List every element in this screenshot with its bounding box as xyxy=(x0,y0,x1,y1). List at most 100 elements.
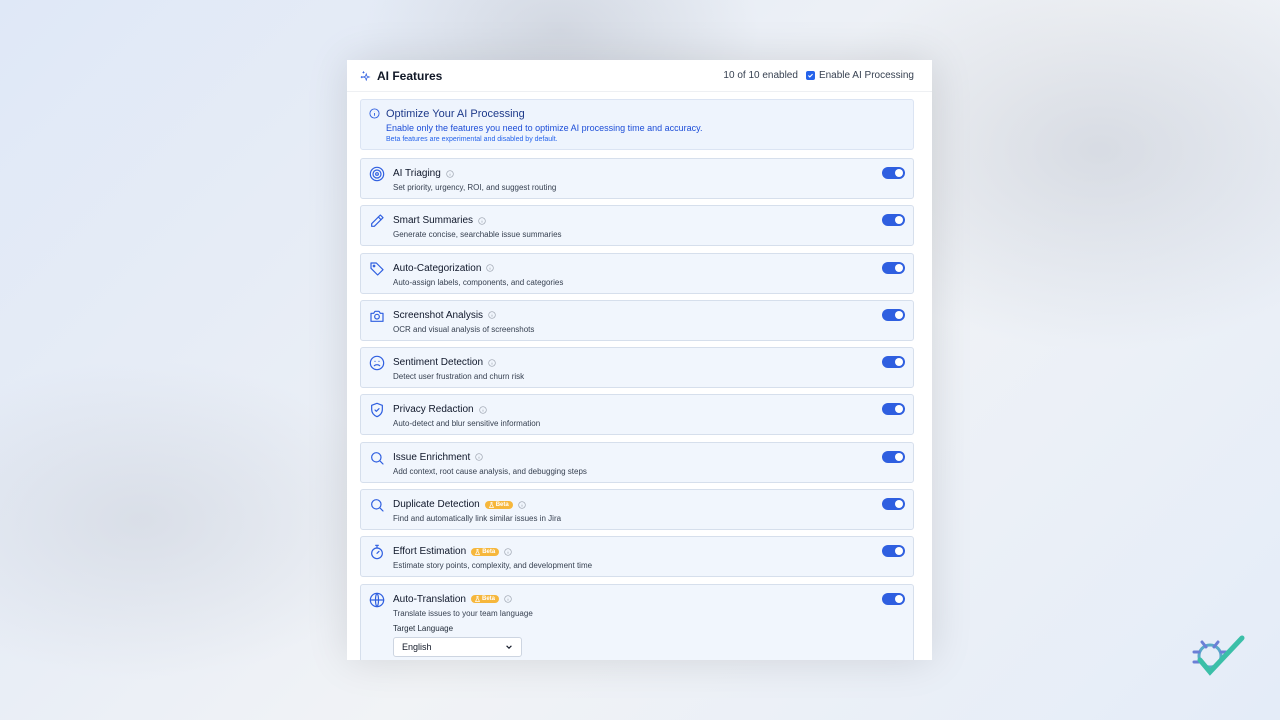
frown-icon xyxy=(369,355,385,371)
feature-name-row: AI Triaging xyxy=(393,168,454,179)
bug-check-logo-icon xyxy=(1192,635,1245,676)
feature-name-row: Duplicate Detection Beta xyxy=(393,499,526,510)
feature-description: Generate concise, searchable issue summa… xyxy=(393,230,562,240)
feature-toggle[interactable] xyxy=(882,450,905,463)
feature-toggle[interactable] xyxy=(882,261,905,274)
info-tooltip-icon[interactable] xyxy=(446,169,454,178)
feature-description: Auto-assign labels, components, and cate… xyxy=(393,277,564,287)
feature-card: Effort Estimation Beta Estimate story poin… xyxy=(360,536,914,578)
feature-name-row: Issue Enrichment xyxy=(393,452,483,463)
feature-name-row: Privacy Redaction xyxy=(393,404,487,415)
feature-card: Duplicate Detection Beta Find and automati… xyxy=(360,489,914,531)
panel-header: AI Features 10 of 10 enabled Enable AI P… xyxy=(347,60,932,92)
search-icon xyxy=(371,499,384,512)
info-title: Optimize Your AI Processing xyxy=(386,108,525,120)
feature-card: Privacy Redaction Auto-detect and blur se… xyxy=(360,394,914,436)
feature-name: Auto-Translation xyxy=(393,593,466,605)
info-tooltip-icon[interactable] xyxy=(504,548,512,556)
enabled-count: 10 of 10 enabled xyxy=(723,70,798,81)
feature-toggle[interactable] xyxy=(882,308,905,321)
header-left: AI Features xyxy=(360,69,442,83)
header-right: 10 of 10 enabled Enable AI Processing xyxy=(723,70,914,81)
feature-toggle[interactable] xyxy=(882,167,905,179)
camera-icon xyxy=(370,310,384,322)
chevron-down-icon xyxy=(506,645,512,649)
feature-toggle[interactable] xyxy=(882,356,905,369)
info-tooltip-icon[interactable] xyxy=(486,264,495,272)
feature-name: Screenshot Analysis xyxy=(393,309,484,321)
feature-description: Auto-detect and blur sensitive informati… xyxy=(393,419,541,429)
feature-description: Set priority, urgency, ROI, and suggest … xyxy=(393,183,557,192)
info-icon xyxy=(369,108,380,119)
feature-description: OCR and visual analysis of screenshots xyxy=(393,324,535,334)
info-note: Beta features are experimental and disab… xyxy=(386,136,558,143)
flask-icon xyxy=(475,596,480,603)
feature-description: Translate issues to your team language xyxy=(393,608,533,618)
target-icon xyxy=(369,166,385,182)
shield-check-icon xyxy=(371,403,383,418)
feature-name-row: Smart Summaries xyxy=(393,215,486,226)
feature-card: Auto-Categorization Auto-assign labels, c… xyxy=(360,252,914,294)
feature-name: Issue Enrichment xyxy=(393,451,471,463)
beta-label: Beta xyxy=(482,548,496,555)
stopwatch-icon xyxy=(371,545,383,560)
feature-card: Sentiment Detection Detect user frustrati… xyxy=(360,347,914,389)
feature-toggle[interactable] xyxy=(882,545,905,558)
info-banner: Optimize Your AI Processing Enable only … xyxy=(360,99,914,150)
enable-ai-checkbox[interactable]: Enable AI Processing xyxy=(805,70,914,81)
info-subtitle: Enable only the features you need to opt… xyxy=(386,123,703,133)
info-tooltip-icon[interactable] xyxy=(478,406,487,414)
beta-label: Beta xyxy=(495,501,509,508)
feature-name-row: Auto-Translation Beta xyxy=(393,594,512,605)
sparkles-icon xyxy=(360,71,371,81)
ai-features-panel: AI Features 10 of 10 enabled Enable AI P… xyxy=(347,60,932,660)
feature-name: Auto-Categorization xyxy=(393,262,482,274)
feature-name: Privacy Redaction xyxy=(393,404,474,416)
tag-icon xyxy=(370,261,384,276)
feature-name: AI Triaging xyxy=(393,168,441,179)
enable-ai-label: Enable AI Processing xyxy=(818,70,914,81)
feature-card: Issue Enrichment Add context, root cause … xyxy=(360,441,914,483)
feature-card: Auto-Translation Beta Translate issues to … xyxy=(360,583,914,660)
info-tooltip-icon[interactable] xyxy=(488,311,496,320)
selected-language: English xyxy=(402,641,432,652)
info-tooltip-icon[interactable] xyxy=(478,217,486,225)
info-tooltip-icon[interactable] xyxy=(488,359,496,367)
info-tooltip-icon[interactable] xyxy=(518,500,526,509)
page-title: AI Features xyxy=(377,68,443,83)
pencil-icon xyxy=(371,214,384,228)
checkbox-checked-icon[interactable] xyxy=(805,71,815,80)
beta-label: Beta xyxy=(482,596,496,603)
search-icon xyxy=(371,451,384,465)
target-language-select[interactable]: English xyxy=(393,636,522,657)
feature-toggle[interactable] xyxy=(882,592,905,605)
info-text: Optimize Your AI Processing Enable only … xyxy=(386,108,703,143)
feature-description: Estimate story points, complexity, and d… xyxy=(393,561,593,571)
globe-icon xyxy=(369,592,385,607)
feature-description: Add context, root cause analysis, and de… xyxy=(393,466,587,476)
feature-card: AI Triaging Set priority, urgency, ROI, a… xyxy=(360,158,914,199)
feature-description: Find and automatically link similar issu… xyxy=(393,514,562,524)
beta-badge: Beta xyxy=(471,595,500,604)
feature-toggle[interactable] xyxy=(882,403,905,416)
flask-icon xyxy=(488,501,494,508)
feature-name-row: Sentiment Detection xyxy=(393,357,496,368)
feature-card: Smart Summaries Generate concise, searcha… xyxy=(360,205,914,247)
feature-list: AI Triaging Set priority, urgency, ROI, a… xyxy=(360,158,914,660)
feature-name-row: Auto-Categorization xyxy=(393,262,495,274)
feature-name-row: Screenshot Analysis xyxy=(393,310,496,321)
feature-name: Duplicate Detection xyxy=(393,499,480,511)
feature-name-row: Effort Estimation Beta xyxy=(393,546,512,557)
beta-badge: Beta xyxy=(471,547,500,556)
info-tooltip-icon[interactable] xyxy=(475,453,483,461)
feature-name: Sentiment Detection xyxy=(393,357,484,369)
feature-card: Screenshot Analysis OCR and visual analys… xyxy=(360,299,914,341)
feature-toggle[interactable] xyxy=(882,214,905,227)
feature-toggle[interactable] xyxy=(882,498,905,511)
feature-description: Detect user frustration and churn risk xyxy=(393,372,525,382)
feature-name: Effort Estimation xyxy=(393,546,467,558)
info-tooltip-icon[interactable] xyxy=(504,595,512,603)
target-language-label: Target Language xyxy=(393,623,454,633)
flask-icon xyxy=(475,549,481,555)
feature-name: Smart Summaries xyxy=(393,215,474,227)
